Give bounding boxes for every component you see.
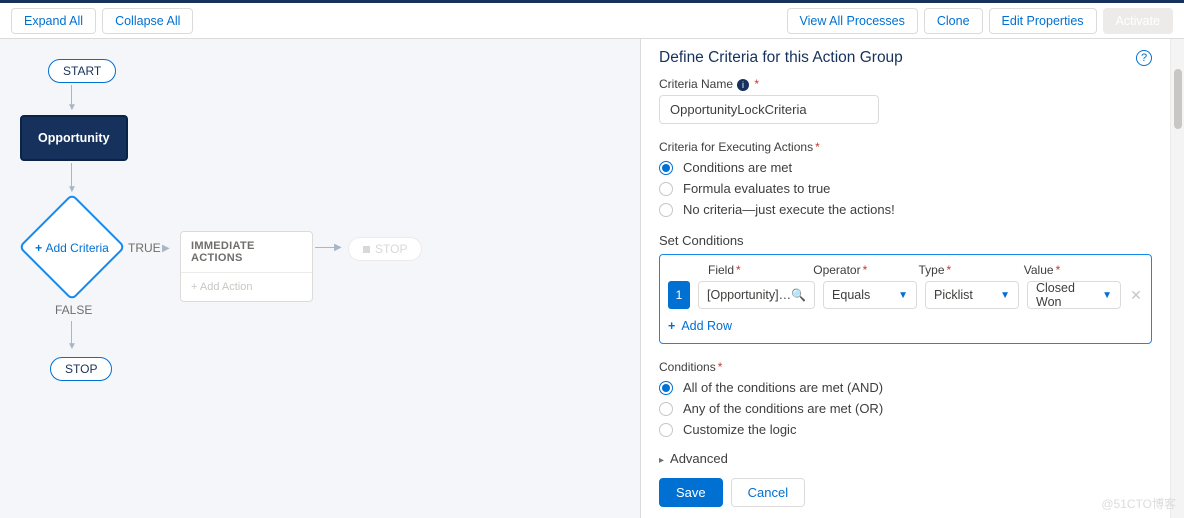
radio-logic-custom[interactable]: Customize the logic (659, 422, 1152, 437)
panel-title: Define Criteria for this Action Group ? (659, 49, 1152, 67)
conditions-container: Field Operator Type Value 1 [Opportunity… (659, 254, 1152, 344)
object-node[interactable]: Opportunity (20, 115, 128, 161)
criteria-name-label: Criteria Namei (659, 77, 1152, 91)
stop-node-right: STOP (348, 237, 422, 261)
field-lookup[interactable]: [Opportunity]…🔍 (698, 281, 815, 309)
row-number: 1 (668, 281, 690, 309)
process-canvas: START ▼ Opportunity ▼ + Add Criteria TRU… (0, 39, 640, 518)
criteria-diamond[interactable]: + Add Criteria (20, 195, 124, 299)
conditions-header-row: Field Operator Type Value (668, 261, 1143, 281)
value-select[interactable]: Closed Won▼ (1027, 281, 1121, 309)
type-select[interactable]: Picklist▼ (925, 281, 1019, 309)
criteria-name-input[interactable] (659, 95, 879, 124)
expand-all-button[interactable]: Expand All (11, 8, 96, 34)
start-node: START (48, 59, 116, 83)
condition-row: 1 [Opportunity]…🔍 Equals▼ Picklist▼ Clos… (668, 281, 1143, 309)
criteria-panel: Define Criteria for this Action Group ? … (641, 39, 1170, 518)
radio-no-criteria[interactable]: No criteria—just execute the actions! (659, 202, 1152, 217)
set-conditions-label: Set Conditions (659, 233, 1152, 248)
save-button[interactable]: Save (659, 478, 723, 507)
exec-actions-label: Criteria for Executing Actions (659, 140, 1152, 154)
radio-logic-and[interactable]: All of the conditions are met (AND) (659, 380, 1152, 395)
chevron-down-icon: ▼ (1000, 290, 1010, 301)
immediate-actions-header: IMMEDIATE ACTIONS (181, 232, 312, 272)
view-all-processes-button[interactable]: View All Processes (787, 8, 918, 34)
add-action-button[interactable]: + Add Action (181, 272, 312, 301)
clone-button[interactable]: Clone (924, 8, 983, 34)
immediate-actions-box: IMMEDIATE ACTIONS + Add Action (180, 231, 313, 302)
collapse-all-button[interactable]: Collapse All (102, 8, 193, 34)
edit-properties-button[interactable]: Edit Properties (989, 8, 1097, 34)
chevron-down-icon: ▼ (1102, 290, 1112, 301)
chevron-right-icon: ▸ (659, 455, 664, 466)
conditions-logic-label: Conditions (659, 360, 1152, 374)
radio-logic-or[interactable]: Any of the conditions are met (OR) (659, 401, 1152, 416)
activate-button: Activate (1103, 8, 1173, 34)
stop-node-bottom: STOP (50, 357, 112, 381)
cancel-button[interactable]: Cancel (731, 478, 805, 507)
radio-conditions-met[interactable]: Conditions are met (659, 160, 1152, 175)
false-branch-label: FALSE (55, 303, 92, 317)
help-icon[interactable]: ? (1136, 50, 1152, 66)
chevron-down-icon: ▼ (898, 290, 908, 301)
toolbar: Expand All Collapse All View All Process… (0, 3, 1184, 39)
radio-formula[interactable]: Formula evaluates to true (659, 181, 1152, 196)
remove-row-button[interactable]: ✕ (1129, 287, 1143, 304)
info-icon[interactable]: i (737, 79, 749, 91)
true-branch-label: TRUE (128, 241, 161, 255)
scrollbar[interactable] (1170, 39, 1184, 518)
connector (315, 247, 335, 248)
operator-select[interactable]: Equals▼ (823, 281, 917, 309)
advanced-toggle[interactable]: ▸Advanced (659, 451, 1152, 466)
search-icon: 🔍 (791, 288, 806, 302)
add-row-button[interactable]: +Add Row (668, 319, 1143, 333)
